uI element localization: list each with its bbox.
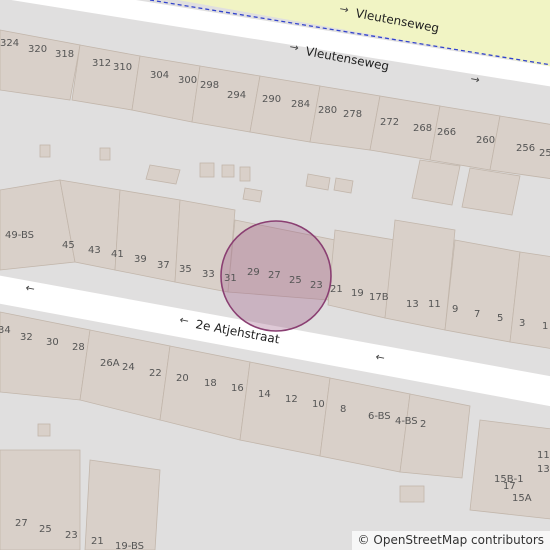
house-number: 25: [539, 148, 550, 159]
house-number: 26A: [100, 358, 120, 369]
shed: [37, 423, 51, 437]
house-number: 33: [202, 269, 215, 280]
house-number: 29: [247, 267, 260, 278]
shed: [239, 166, 251, 182]
building: [411, 159, 461, 206]
house-number: 22: [149, 368, 162, 379]
house-number: 11: [537, 450, 550, 461]
map-attribution: © OpenStreetMap contributors: [351, 531, 550, 550]
house-number: 21: [91, 536, 104, 547]
house-number: 15B-1: [494, 474, 524, 485]
house-number: 17B: [369, 292, 389, 303]
house-number: 16: [231, 383, 244, 394]
house-number: 8: [340, 404, 346, 415]
shed: [39, 144, 51, 158]
house-number: 9: [452, 304, 458, 315]
house-number: 28: [72, 342, 85, 353]
house-number: 41: [111, 249, 124, 260]
house-number: 19: [351, 288, 364, 299]
house-number: 304: [150, 70, 169, 81]
building: [444, 239, 521, 343]
house-number: 266: [437, 127, 456, 138]
house-number: 268: [413, 123, 432, 134]
shed: [99, 147, 111, 161]
building: [399, 393, 471, 479]
house-number: 39: [134, 254, 147, 265]
house-number: 11: [428, 299, 441, 310]
house-number: 10: [312, 399, 325, 410]
shed: [242, 187, 263, 203]
house-number: 310: [113, 62, 132, 73]
house-number: 2: [420, 419, 426, 430]
house-number: 298: [200, 80, 219, 91]
house-number: 5: [497, 313, 503, 324]
house-number: 320: [28, 44, 47, 55]
house-number: 30: [46, 337, 59, 348]
copyright-symbol: ©: [357, 533, 370, 547]
house-number: 14: [258, 389, 271, 400]
house-number: 27: [15, 518, 28, 529]
house-number: 37: [157, 260, 170, 271]
house-number: 49-BS: [5, 230, 34, 241]
house-number: 19-BS: [115, 541, 144, 550]
house-number: 35: [179, 264, 192, 275]
shed: [221, 164, 235, 178]
house-number: 312: [92, 58, 111, 69]
house-number: 4-BS: [395, 416, 418, 427]
house-number: 6-BS: [368, 411, 391, 422]
house-number: 272: [380, 117, 399, 128]
house-number: 260: [476, 135, 495, 146]
house-number: 256: [516, 143, 535, 154]
shed: [199, 162, 215, 178]
house-number: 32: [20, 332, 33, 343]
house-number: 12: [285, 394, 298, 405]
house-number: 15A: [512, 493, 532, 504]
house-number: 1: [542, 321, 548, 332]
house-number: 294: [227, 90, 246, 101]
house-number: 7: [474, 309, 480, 320]
map-canvas[interactable]: Vleutenseweg Vleutenseweg 2e Atjehstraat…: [0, 0, 550, 550]
building: [191, 65, 261, 133]
house-number: 20: [176, 373, 189, 384]
house-number: 45: [62, 240, 75, 251]
house-number: 25: [39, 524, 52, 535]
building: [131, 55, 201, 123]
house-number: 324: [0, 38, 19, 49]
house-number: 24: [122, 362, 135, 373]
house-number: 290: [262, 94, 281, 105]
map-svg: Vleutenseweg Vleutenseweg 2e Atjehstraat…: [0, 0, 550, 550]
house-number: 284: [291, 99, 310, 110]
house-number: 13: [537, 464, 550, 475]
osm-attribution-link[interactable]: OpenStreetMap contributors: [373, 533, 544, 547]
house-number: 43: [88, 245, 101, 256]
shed: [399, 485, 425, 503]
building: [71, 44, 141, 111]
house-number: 34: [0, 325, 11, 336]
house-number: 31: [224, 273, 237, 284]
house-number: 3: [519, 318, 525, 329]
house-number: 23: [65, 530, 78, 541]
building: [327, 229, 396, 319]
building: [461, 167, 521, 216]
house-number: 318: [55, 49, 74, 60]
building: [114, 189, 181, 283]
house-number: 23: [310, 280, 323, 291]
house-number: 25: [289, 275, 302, 286]
house-number: 27: [268, 270, 281, 281]
shed: [333, 177, 354, 194]
house-number: 13: [406, 299, 419, 310]
house-number: 278: [343, 109, 362, 120]
house-number: 280: [318, 105, 337, 116]
house-number: 21: [330, 284, 343, 295]
house-number: 300: [178, 75, 197, 86]
house-number: 18: [204, 378, 217, 389]
building: [384, 219, 456, 331]
